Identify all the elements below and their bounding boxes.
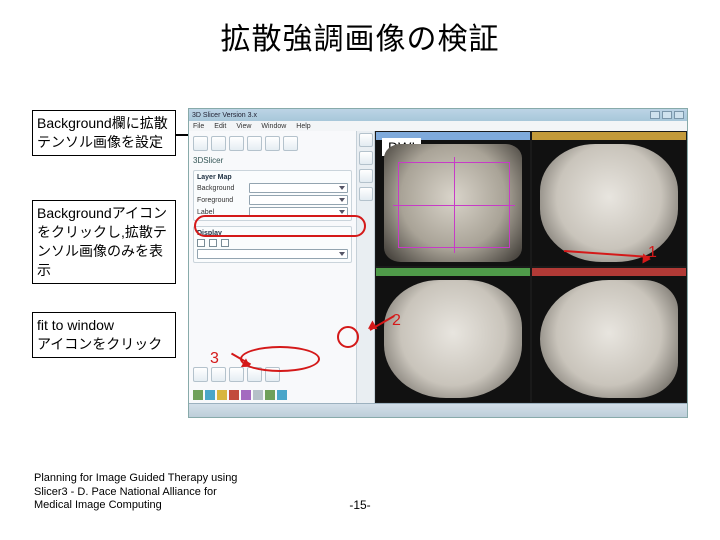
- save-icon[interactable]: [229, 136, 244, 151]
- label-label: Label: [197, 209, 245, 216]
- fg-toggle-icon[interactable]: [247, 367, 262, 382]
- swatch-green[interactable]: [193, 390, 203, 400]
- footer-page-number: -15-: [0, 498, 720, 512]
- annotation-2: 2: [392, 312, 401, 330]
- swatch-yellow[interactable]: [217, 390, 227, 400]
- fit-to-window-icon[interactable]: [193, 367, 208, 382]
- note-fit-to-window: fit to window アイコンをクリック: [32, 312, 176, 358]
- display-check-3[interactable]: [221, 239, 229, 247]
- tool-crosshair-icon[interactable]: [359, 187, 373, 201]
- tool-ruler-icon[interactable]: [359, 169, 373, 183]
- link-views-icon[interactable]: [211, 367, 226, 382]
- slide-title: 拡散強調画像の検証: [0, 14, 720, 58]
- display-check-2[interactable]: [209, 239, 217, 247]
- app-window: 3D Slicer Version 3.x File Edit View Win…: [188, 108, 688, 418]
- swatch-green-2[interactable]: [265, 390, 275, 400]
- note-background-field: Background欄に拡散テンソル画像を設定: [32, 110, 176, 156]
- module-name: 3DSlicer: [193, 156, 352, 165]
- brain-coronal: [384, 280, 522, 398]
- home-icon[interactable]: [193, 136, 208, 151]
- menu-bar[interactable]: File Edit View Window Help: [189, 121, 687, 131]
- window-controls[interactable]: [650, 111, 684, 119]
- layer-map-header: Layer Map: [197, 174, 348, 181]
- swatch-cyan[interactable]: [205, 390, 215, 400]
- pane-sagittal[interactable]: [532, 268, 686, 402]
- bg-toggle-icon[interactable]: [229, 367, 244, 382]
- load-icon[interactable]: [211, 136, 226, 151]
- display-header: Display: [197, 230, 348, 237]
- settings-icon[interactable]: [283, 136, 298, 151]
- display-check-1[interactable]: [197, 239, 205, 247]
- bounding-box: [398, 162, 510, 248]
- foreground-label: Foreground: [197, 197, 245, 204]
- toolbar-row[interactable]: [193, 134, 352, 153]
- pane-axial-header: [532, 132, 686, 140]
- pane-axial[interactable]: [532, 132, 686, 266]
- display-combo[interactable]: [197, 249, 348, 259]
- redo-icon[interactable]: [265, 136, 280, 151]
- menu-help[interactable]: Help: [296, 123, 310, 130]
- background-select[interactable]: [249, 183, 348, 193]
- pane-sagittal-header: [532, 268, 686, 276]
- tool-roi-icon[interactable]: [359, 151, 373, 165]
- tool-pointer-icon[interactable]: [359, 133, 373, 147]
- window-titlebar: 3D Slicer Version 3.x: [189, 109, 687, 121]
- annotation-3: 3: [210, 350, 219, 368]
- os-taskbar: [189, 403, 687, 417]
- pane-3d[interactable]: DWI: [376, 132, 530, 266]
- brain-sagittal: [540, 280, 678, 398]
- view-area: DWI: [375, 131, 687, 403]
- layer-map-section: Layer Map Background Foreground Label: [193, 170, 352, 221]
- label-toggle-icon[interactable]: [265, 367, 280, 382]
- brain-axial: [540, 144, 678, 262]
- menu-window[interactable]: Window: [261, 123, 286, 130]
- menu-file[interactable]: File: [193, 123, 204, 130]
- swatch-red[interactable]: [229, 390, 239, 400]
- swatch-purple[interactable]: [241, 390, 251, 400]
- display-section: Display: [193, 226, 352, 263]
- note-background-icon: Backgroundアイコンをクリックし,拡散テンソル画像のみを表示: [32, 200, 176, 284]
- background-label: Background: [197, 185, 245, 192]
- label-select[interactable]: [249, 207, 348, 217]
- pane-coronal[interactable]: [376, 268, 530, 402]
- swatch-gray[interactable]: [253, 390, 263, 400]
- vertical-toolbar[interactable]: [357, 131, 375, 403]
- color-palette[interactable]: [193, 390, 352, 400]
- swatch-cyan-2[interactable]: [277, 390, 287, 400]
- pane-coronal-header: [376, 268, 530, 276]
- window-title-text: 3D Slicer Version 3.x: [192, 112, 257, 119]
- undo-icon[interactable]: [247, 136, 262, 151]
- menu-edit[interactable]: Edit: [214, 123, 226, 130]
- menu-view[interactable]: View: [236, 123, 251, 130]
- foreground-select[interactable]: [249, 195, 348, 205]
- annotation-1: 1: [648, 244, 657, 262]
